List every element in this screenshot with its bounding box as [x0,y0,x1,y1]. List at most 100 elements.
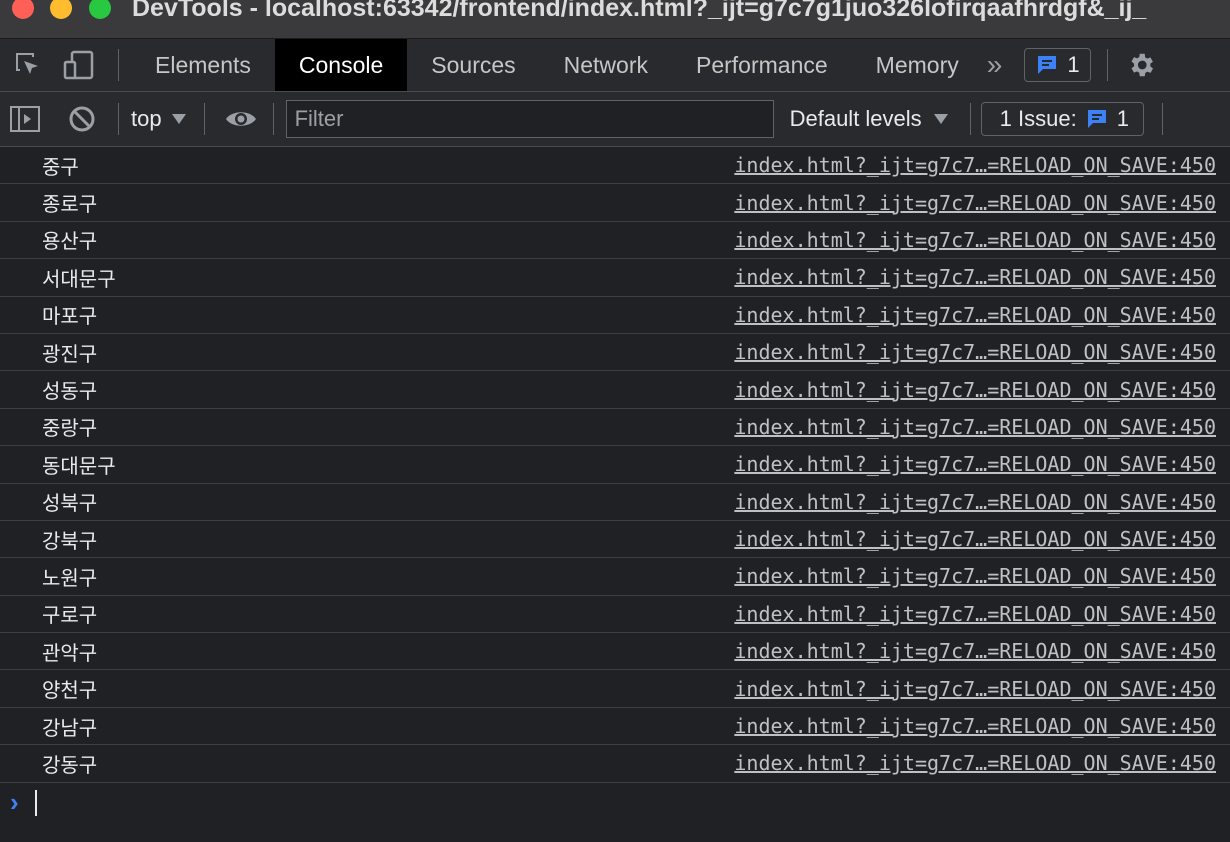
console-log-row: 성동구 index.html?_ijt=g7c7…=RELOAD_ON_SAVE:… [0,371,1230,409]
console-log-row: 구로구 index.html?_ijt=g7c7…=RELOAD_ON_SAVE:… [0,596,1230,634]
tab-network[interactable]: Network [540,39,672,91]
context-selector[interactable]: top [131,106,186,132]
log-message: 종로구 [42,192,98,217]
divider [1161,103,1163,135]
log-message: 강동구 [42,752,98,777]
window-title: DevTools - localhost:63342/frontend/inde… [132,0,1147,22]
log-message: 성북구 [42,491,98,516]
console-log-row: 용산구 index.html?_ijt=g7c7…=RELOAD_ON_SAVE:… [0,222,1230,260]
issues-button[interactable]: 1 Issue: 1 [980,102,1144,136]
log-source-link[interactable]: index.html?_ijt=g7c7…=RELOAD_ON_SAVE:450 [734,564,1216,588]
console-log-row: 관악구 index.html?_ijt=g7c7…=RELOAD_ON_SAVE:… [0,633,1230,671]
tab-sources[interactable]: Sources [407,39,539,91]
console-output: 중구 index.html?_ijt=g7c7…=RELOAD_ON_SAVE:4… [0,147,1230,823]
log-source-link[interactable]: index.html?_ijt=g7c7…=RELOAD_ON_SAVE:450 [734,415,1216,439]
dropdown-arrow-icon [171,114,186,124]
log-message: 동대문구 [42,453,116,478]
sidebar-toggle-icon[interactable] [8,102,42,136]
log-levels-label: Default levels [789,106,922,131]
divider [272,103,274,135]
issues-count: 1 [1116,106,1129,131]
log-source-link[interactable]: index.html?_ijt=g7c7…=RELOAD_ON_SAVE:450 [734,527,1216,551]
tab-label: Elements [155,51,251,78]
log-message: 관악구 [42,640,98,665]
tab-label: Network [563,51,648,78]
log-message: 구로구 [42,603,98,628]
log-source-link[interactable]: index.html?_ijt=g7c7…=RELOAD_ON_SAVE:450 [734,228,1216,252]
filter-input[interactable] [285,100,774,138]
tab-label: Console [298,51,384,78]
console-log-row: 동대문구 index.html?_ijt=g7c7…=RELOAD_ON_SAVE… [0,446,1230,484]
message-icon [1087,110,1106,128]
tab-elements[interactable]: Elements [131,39,275,91]
log-source-link[interactable]: index.html?_ijt=g7c7…=RELOAD_ON_SAVE:450 [734,677,1216,701]
log-source-link[interactable]: index.html?_ijt=g7c7…=RELOAD_ON_SAVE:450 [734,452,1216,476]
console-log-row: 중구 index.html?_ijt=g7c7…=RELOAD_ON_SAVE:4… [0,147,1230,185]
clear-console-icon[interactable] [66,103,98,135]
zoom-window-button[interactable] [89,0,111,19]
console-log-row: 중랑구 index.html?_ijt=g7c7…=RELOAD_ON_SAVE:… [0,409,1230,447]
log-message: 용산구 [42,229,98,254]
context-label: top [131,106,162,131]
console-log-row: 노원구 index.html?_ijt=g7c7…=RELOAD_ON_SAVE:… [0,558,1230,596]
console-log-row: 강북구 index.html?_ijt=g7c7…=RELOAD_ON_SAVE:… [0,521,1230,559]
issues-label: 1 Issue: [999,106,1077,131]
console-log-row: 강동구 index.html?_ijt=g7c7…=RELOAD_ON_SAVE:… [0,745,1230,783]
log-source-link[interactable]: index.html?_ijt=g7c7…=RELOAD_ON_SAVE:450 [734,191,1216,215]
console-prompt[interactable]: › [0,783,1230,823]
devtools-tabbar: Elements Console Sources Network Perform… [0,39,1230,92]
divider [969,103,971,135]
log-message: 중구 [42,154,79,179]
minimize-window-button[interactable] [50,0,72,19]
log-message: 양천구 [42,678,98,703]
log-message: 성동구 [42,379,98,404]
live-expression-eye-icon[interactable] [223,104,259,134]
inspect-element-icon[interactable] [12,49,44,81]
log-source-link[interactable]: index.html?_ijt=g7c7…=RELOAD_ON_SAVE:450 [734,340,1216,364]
more-tabs-icon[interactable]: » [987,49,1003,81]
settings-gear-icon[interactable] [1124,48,1158,82]
window-titlebar: DevTools - localhost:63342/frontend/inde… [0,0,1230,39]
divider [203,103,205,135]
log-message: 중랑구 [42,416,98,441]
device-toolbar-icon[interactable] [62,49,96,81]
tab-console[interactable]: Console [274,39,408,91]
log-source-link[interactable]: index.html?_ijt=g7c7…=RELOAD_ON_SAVE:450 [734,714,1216,738]
log-source-link[interactable]: index.html?_ijt=g7c7…=RELOAD_ON_SAVE:450 [734,153,1216,177]
console-toolbar: top Default levels 1 Issue: 1 [0,92,1230,147]
tab-label: Performance [696,51,828,78]
log-message: 광진구 [42,341,98,366]
console-log-row: 마포구 index.html?_ijt=g7c7…=RELOAD_ON_SAVE:… [0,297,1230,334]
console-log-row: 양천구 index.html?_ijt=g7c7…=RELOAD_ON_SAVE:… [0,670,1230,708]
messages-badge[interactable]: 1 [1024,48,1091,82]
log-source-link[interactable]: index.html?_ijt=g7c7…=RELOAD_ON_SAVE:450 [734,265,1216,289]
log-source-link[interactable]: index.html?_ijt=g7c7…=RELOAD_ON_SAVE:450 [734,378,1216,402]
log-source-link[interactable]: index.html?_ijt=g7c7…=RELOAD_ON_SAVE:450 [734,751,1216,775]
divider [1106,49,1108,81]
log-source-link[interactable]: index.html?_ijt=g7c7…=RELOAD_ON_SAVE:450 [734,602,1216,626]
text-cursor [34,789,37,816]
divider [118,49,119,81]
messages-count: 1 [1067,52,1080,77]
log-levels-dropdown[interactable]: Default levels [790,106,948,132]
tab-memory[interactable]: Memory [852,39,983,91]
close-window-button[interactable] [12,0,34,19]
console-log-row: 광진구 index.html?_ijt=g7c7…=RELOAD_ON_SAVE:… [0,334,1230,372]
dropdown-arrow-icon [933,114,948,124]
log-source-link[interactable]: index.html?_ijt=g7c7…=RELOAD_ON_SAVE:450 [734,303,1216,327]
log-source-link[interactable]: index.html?_ijt=g7c7…=RELOAD_ON_SAVE:450 [734,490,1216,514]
divider [118,103,119,135]
console-log-row: 강남구 index.html?_ijt=g7c7…=RELOAD_ON_SAVE:… [0,708,1230,746]
log-message: 노원구 [42,565,98,590]
log-message: 마포구 [42,304,98,329]
log-source-link[interactable]: index.html?_ijt=g7c7…=RELOAD_ON_SAVE:450 [734,639,1216,663]
console-log-row: 성북구 index.html?_ijt=g7c7…=RELOAD_ON_SAVE:… [0,484,1230,521]
tab-performance[interactable]: Performance [672,39,852,91]
tab-label: Memory [875,51,959,78]
tab-label: Sources [431,51,516,78]
log-message: 강북구 [42,528,98,553]
console-log-row: 서대문구 index.html?_ijt=g7c7…=RELOAD_ON_SAVE… [0,259,1230,297]
log-message: 강남구 [42,715,98,740]
prompt-chevron-icon: › [10,787,19,818]
console-log-row: 종로구 index.html?_ijt=g7c7…=RELOAD_ON_SAVE:… [0,184,1230,222]
